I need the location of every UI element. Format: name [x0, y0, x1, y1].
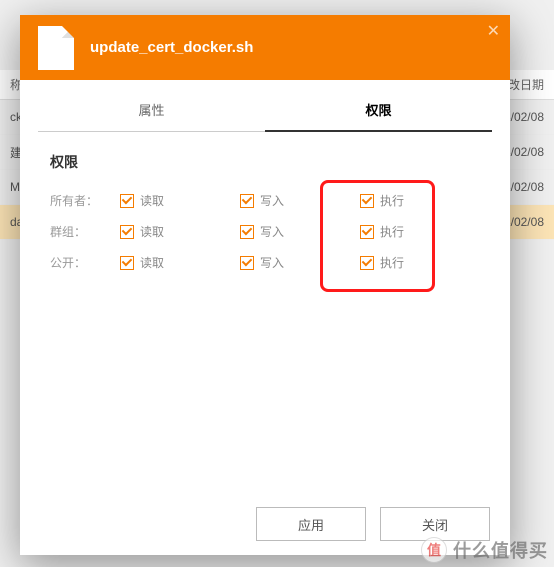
dialog-content: 权限 所有者： 读取 写入 执行 群组： 读取 写入 执行 公开： 读取 写入 … [20, 132, 510, 493]
dialog-header: update_cert_docker.sh ✕ [20, 15, 510, 80]
permissions-grid: 所有者： 读取 写入 执行 群组： 读取 写入 执行 公开： 读取 写入 执行 [50, 192, 480, 271]
group-execute-cell: 执行 [360, 223, 480, 240]
group-label: 群组： [50, 223, 120, 240]
group-write-cell: 写入 [240, 223, 360, 240]
checkbox-group-read[interactable] [120, 225, 134, 239]
section-title: 权限 [50, 152, 480, 172]
group-read-cell: 读取 [120, 223, 240, 240]
close-icon[interactable]: ✕ [487, 21, 500, 41]
public-read-cell: 读取 [120, 254, 240, 271]
properties-dialog: update_cert_docker.sh ✕ 属性 权限 权限 所有者： 读取… [20, 15, 510, 555]
watermark-text: 什么值得买 [453, 537, 548, 563]
checkbox-owner-read[interactable] [120, 194, 134, 208]
close-button[interactable]: 关闭 [380, 507, 490, 541]
public-label: 公开： [50, 254, 120, 271]
watermark: 值 什么值得买 [421, 537, 548, 563]
tab-permissions[interactable]: 权限 [265, 88, 492, 131]
tab-attributes[interactable]: 属性 [38, 88, 265, 131]
watermark-badge: 值 [421, 537, 447, 563]
apply-button[interactable]: 应用 [256, 507, 366, 541]
dialog-title: update_cert_docker.sh [90, 39, 253, 56]
checkbox-public-read[interactable] [120, 256, 134, 270]
checkbox-public-write[interactable] [240, 256, 254, 270]
tab-bar: 属性 权限 [38, 88, 492, 132]
owner-write-cell: 写入 [240, 192, 360, 209]
bg-col-date: 改日期 [508, 76, 544, 93]
public-execute-cell: 执行 [360, 254, 480, 271]
checkbox-owner-execute[interactable] [360, 194, 374, 208]
checkbox-group-execute[interactable] [360, 225, 374, 239]
public-write-cell: 写入 [240, 254, 360, 271]
file-icon [38, 26, 74, 70]
owner-read-cell: 读取 [120, 192, 240, 209]
checkbox-public-execute[interactable] [360, 256, 374, 270]
checkbox-owner-write[interactable] [240, 194, 254, 208]
checkbox-group-write[interactable] [240, 225, 254, 239]
owner-execute-cell: 执行 [360, 192, 480, 209]
owner-label: 所有者： [50, 192, 120, 209]
